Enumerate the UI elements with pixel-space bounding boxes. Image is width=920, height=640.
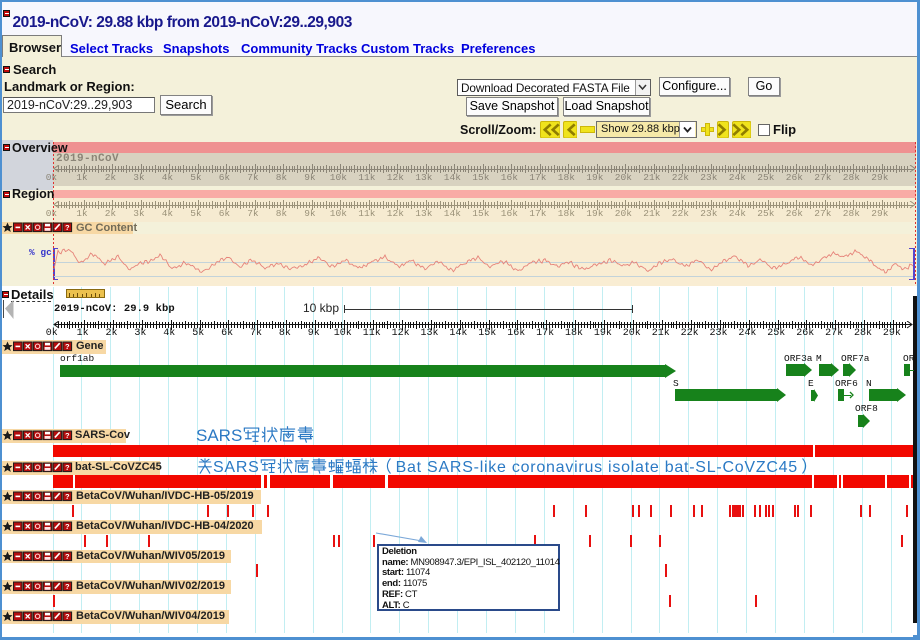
- svg-text:?: ?: [65, 612, 70, 621]
- svg-text:?: ?: [65, 463, 70, 472]
- svg-text:?: ?: [65, 223, 70, 232]
- svg-text:?: ?: [65, 582, 70, 591]
- svg-text:?: ?: [65, 492, 70, 501]
- svg-text:?: ?: [65, 342, 70, 351]
- svg-text:?: ?: [65, 522, 70, 531]
- svg-text:?: ?: [65, 431, 70, 440]
- svg-text:?: ?: [65, 552, 70, 561]
